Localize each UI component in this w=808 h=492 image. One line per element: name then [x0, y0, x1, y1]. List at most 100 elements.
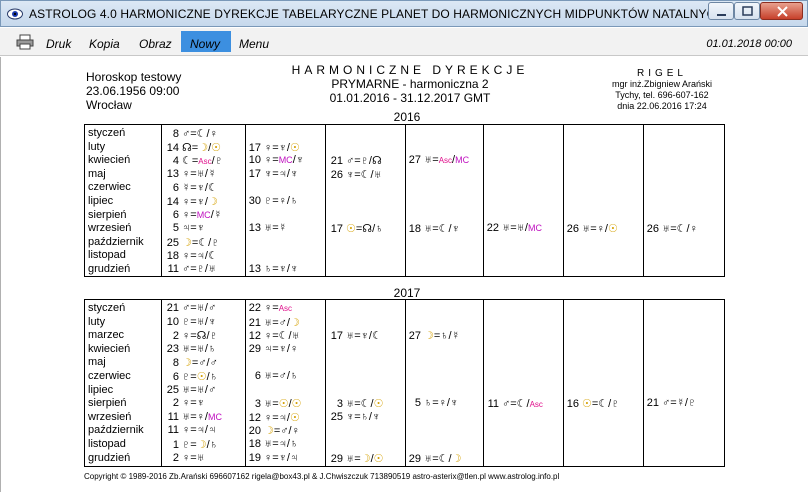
direction-cell: 16 ☉=☾/♇ [566, 398, 620, 411]
month-label: lipiec [88, 383, 114, 396]
direction-cell: 29 ♅=☾/☽ [408, 452, 462, 465]
direction-cell: 25 ♆=♄/♆ [330, 410, 381, 423]
menu-kopia[interactable]: Kopia [89, 37, 120, 51]
chart-place: Wrocław [86, 98, 132, 112]
month-label: sierpień [88, 208, 127, 221]
toolbar: Druk Kopia Obraz Nowy Menu 01.01.2018 00… [0, 28, 808, 56]
menu-druk[interactable]: Druk [46, 37, 71, 51]
column-divider [643, 300, 644, 466]
menu-nowy[interactable]: Nowy [181, 31, 231, 52]
direction-cell: 10 ♀=MC/♆ [248, 154, 304, 167]
brand-name: RIGEL [636, 68, 687, 79]
direction-cell: 5 ♃=♆ [172, 222, 205, 235]
month-label: styczeń [88, 302, 126, 314]
direction-cell: 14 ♀=♆/☽ [166, 196, 218, 208]
direction-cell: 6 ♇=☉/♄ [172, 371, 218, 383]
author-name: mgr inż.Zbigniew Arański [611, 79, 713, 89]
direction-cell: 17 ♀=♆/☉ [248, 141, 300, 154]
column-divider [245, 125, 246, 276]
direction-cell: 18 ♀=♃/☾ [166, 250, 218, 263]
direction-cell: 18 ♅=☾/♆ [408, 223, 460, 236]
direction-cell: 12 ♀=☾/♅ [248, 330, 300, 343]
menu-obraz[interactable]: Obraz [139, 37, 172, 51]
direction-cell: 14 ☊=☽/☉ [166, 141, 222, 154]
month-label: maj [88, 167, 106, 180]
direction-cell: 20 ☽=♂/♀ [248, 425, 300, 438]
report-range: 01.01.2016 - 31.12.2017 GMT [329, 91, 491, 105]
direction-cell: 6 ♀=MC/☿ [172, 208, 222, 221]
direction-cell: 27 ♅=Asc/MC [408, 154, 470, 167]
column-divider [563, 300, 564, 466]
window-title: ASTROLOG 4.0 HARMONICZNE DYREKCJE TABELA… [29, 7, 725, 21]
direction-cell: 23 ♅=♅/♄ [166, 342, 217, 355]
direction-cell: 11 ♅=♀/MC [167, 410, 222, 423]
direction-cell: 2 ♀=☊/♇ [172, 330, 218, 343]
direction-cell: 25 ☽=☾/♇ [166, 236, 220, 249]
column-divider [483, 300, 484, 466]
direction-cell: 30 ♇=♀/♄ [248, 195, 299, 207]
column-divider [405, 300, 406, 466]
direction-cell: 2 ♀=♅ [172, 451, 205, 464]
direction-cell: 8 ♂=☾/♀ [172, 128, 218, 140]
direction-cell: 1 ♇=☽/♄ [172, 439, 218, 451]
month-label: lipiec [88, 195, 114, 207]
close-icon [777, 6, 788, 17]
maximize-icon [742, 6, 753, 16]
month-label: styczeń [88, 127, 126, 139]
maximize-button[interactable] [734, 2, 760, 20]
copyright-footer: Copyright © 1989-2016 Zb.Arański 6966071… [84, 472, 560, 481]
direction-cell: 4 ☾=Asc/♇ [172, 155, 223, 168]
minimize-button[interactable] [708, 2, 734, 20]
column-divider [161, 125, 162, 276]
month-label: czerwiec [88, 370, 131, 382]
direction-cell: 11 ♂=☾/Asc [487, 398, 543, 411]
report-title: HARMONICZNE DYREKCJE [291, 63, 529, 77]
direction-cell: 3 ♅=☾/☉ [336, 398, 384, 411]
report-date: dnia 22.06.2016 17:24 [617, 101, 707, 111]
column-divider [563, 125, 564, 276]
month-label: październik [88, 424, 144, 437]
direction-cell: 19 ♀=♆/♃ [248, 451, 299, 464]
direction-cell: 29 ♅=☽/☉ [330, 452, 384, 465]
author-info: RIGEL mgr inż.Zbigniew Arański Tychy, te… [592, 68, 732, 112]
month-label: luty [88, 140, 106, 153]
title-bar: ASTROLOG 4.0 HARMONICZNE DYREKCJE TABELA… [0, 0, 808, 27]
author-phone: Tychy, tel. 696-607-162 [615, 90, 709, 100]
direction-cell: 6 ♅=♂/♄ [254, 370, 299, 382]
menu-menu[interactable]: Menu [239, 37, 269, 51]
month-label: maj [88, 356, 106, 369]
report-subtitle: PRYMARNE - harmoniczna 2 [331, 77, 489, 91]
direction-cell: 6 ☿=♆/☾ [172, 182, 218, 195]
minimize-icon [717, 14, 726, 16]
month-label: luty [88, 315, 106, 328]
month-label: kwiecień [88, 154, 131, 167]
direction-cell: 8 ☽=♂/♂ [172, 357, 218, 370]
table-2017: styczeń 21 ♂=♅/♂ 22 ♀=Asc luty 10 ♇=♅/♆ 21 ♅=♂/☽ m… [84, 299, 725, 467]
direction-cell: 17 ☉=☊/♄ [330, 223, 384, 236]
direction-cell: 22 ♅=♅/MC [486, 222, 542, 235]
month-label: listopad [88, 249, 126, 262]
direction-cell: 17 ♆=♃/♆ [248, 167, 299, 180]
year-label-2016: 2016 [393, 110, 421, 124]
direction-cell: 11 ♀=♃/♃ [167, 424, 217, 437]
month-label: wrzesień [88, 222, 132, 235]
chart-name: Horoskop testowy [86, 70, 182, 84]
chart-info: Horoskop testowy 23.06.1956 09:00 Wrocła… [86, 70, 181, 112]
direction-cell: 3 ♅=☉/☉ [254, 398, 302, 411]
direction-cell: 13 ♅=☿ [248, 222, 287, 235]
month-label: wrzesień [88, 410, 132, 423]
table-2016: styczeń 8 ♂=☾/♀ luty 14 ☊=☽/☉ 17 ♀=♆/☉ kwiecień 4… [84, 124, 725, 277]
direction-cell: 13 ♄=♆/♆ [248, 263, 299, 275]
printer-icon[interactable] [16, 34, 34, 50]
month-label: listopad [88, 438, 126, 450]
month-label: czerwiec [88, 181, 131, 194]
direction-cell: 26 ♆=☾/♅ [330, 168, 382, 181]
app-eye-icon [7, 8, 23, 20]
direction-cell: 12 ♀=♃/☉ [248, 411, 300, 424]
direction-cell: 13 ♀=♅/☿ [166, 167, 217, 180]
direction-cell: 26 ♅=♀/☉ [566, 223, 618, 236]
close-button[interactable] [760, 2, 803, 20]
month-label: grudzień [88, 263, 131, 275]
direction-cell: 5 ♄=♀/♆ [414, 397, 459, 410]
direction-cell: 10 ♇=♅/♆ [166, 315, 217, 328]
